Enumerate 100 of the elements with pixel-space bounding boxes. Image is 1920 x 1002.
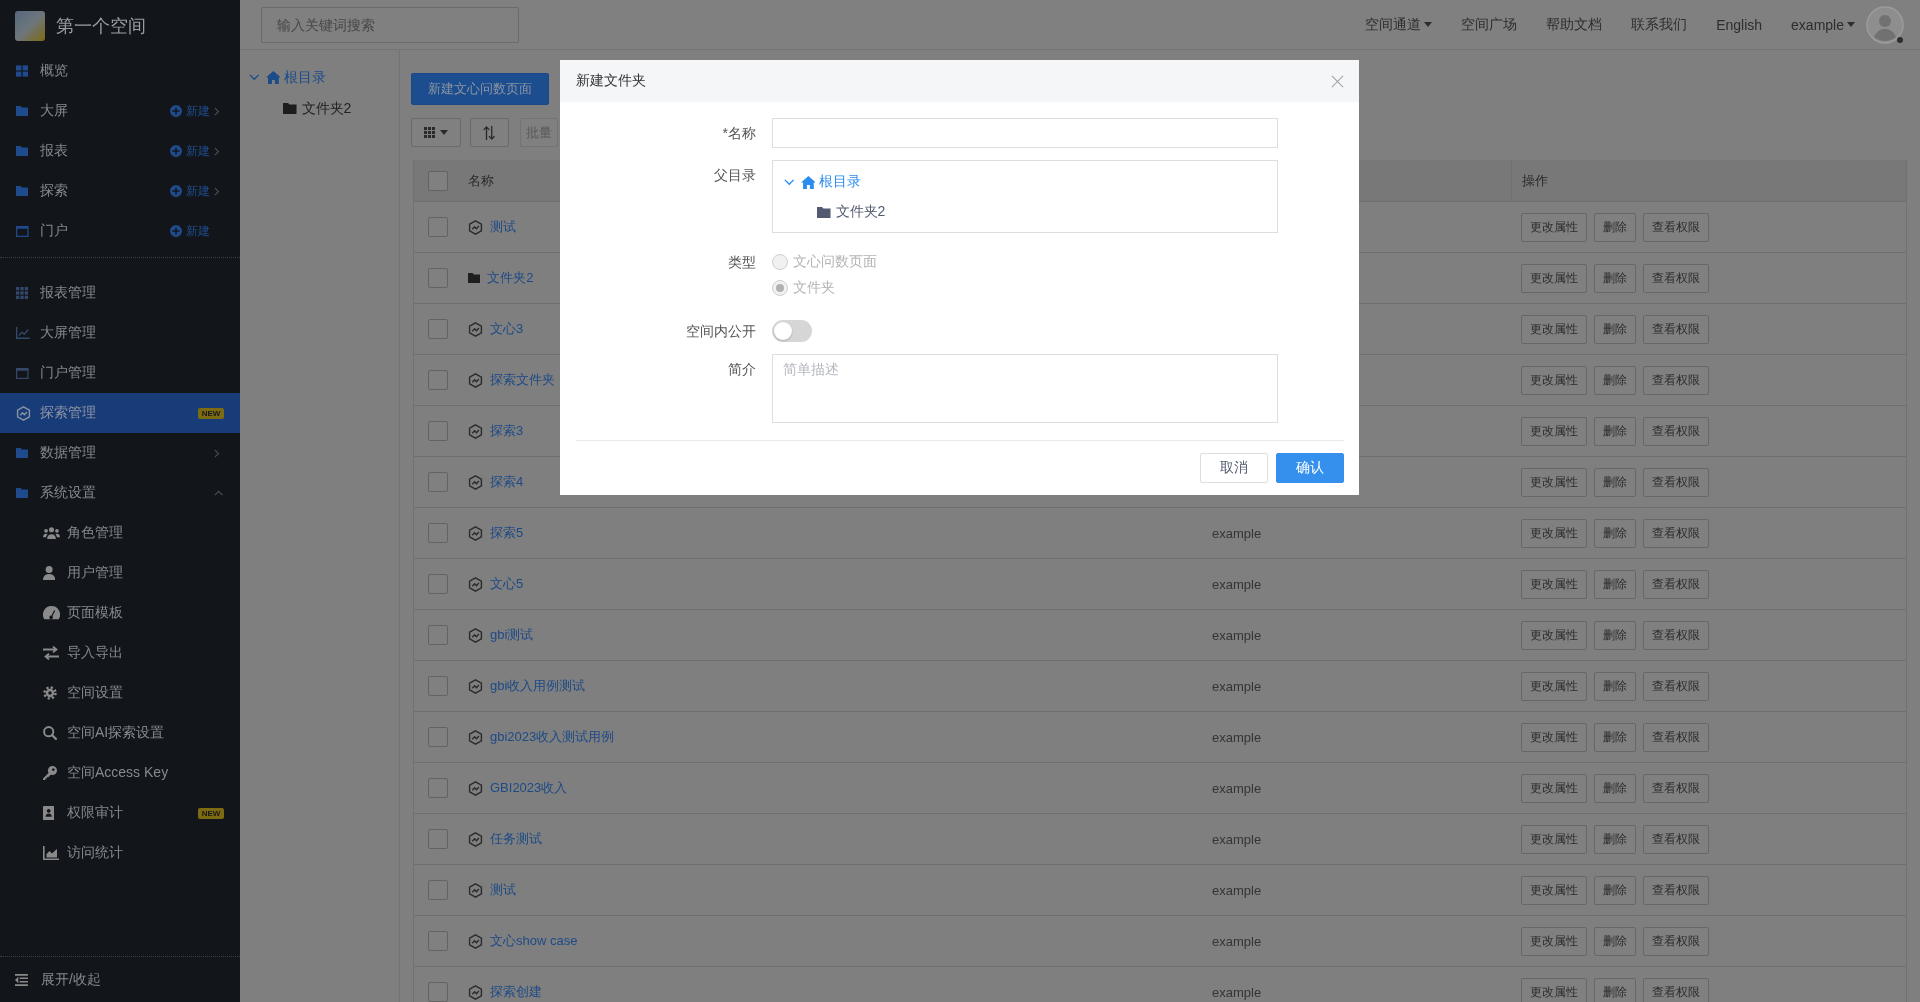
menu-item[interactable]: 探索管理 NEW [0,393,240,433]
row-checkbox[interactable] [428,982,448,1002]
row-checkbox[interactable] [428,268,448,288]
row-action-button[interactable]: 删除 [1594,671,1636,701]
row-checkbox[interactable] [428,370,448,390]
new-link[interactable]: 新建 [170,102,210,120]
row-action-button[interactable]: 更改属性 [1521,620,1587,650]
menu-item[interactable]: 探索 新建 [0,171,240,211]
menu-item[interactable]: 报表 新建 [0,131,240,171]
sort-button[interactable] [470,118,509,147]
nav-link[interactable]: 帮助文档 [1546,15,1603,34]
row-action-button[interactable]: 查看权限 [1643,212,1709,242]
row-action-button[interactable]: 更改属性 [1521,263,1587,293]
row-action-button[interactable]: 更改属性 [1521,824,1587,854]
name-link[interactable]: 任务测试 [490,830,542,848]
menu-item[interactable]: 访问统计 [0,833,240,873]
name-link[interactable]: 测试 [490,218,516,236]
menu-item[interactable]: 概览 [0,51,240,91]
cancel-button[interactable]: 取消 [1200,453,1268,483]
row-checkbox[interactable] [428,625,448,645]
row-action-button[interactable]: 删除 [1594,263,1636,293]
row-action-button[interactable]: 更改属性 [1521,569,1587,599]
view-toggle-button[interactable] [411,118,461,147]
row-checkbox[interactable] [428,676,448,696]
row-action-button[interactable]: 删除 [1594,569,1636,599]
toggle-switch[interactable] [772,320,812,342]
row-checkbox[interactable] [428,880,448,900]
name-link[interactable]: gbi测试 [490,626,534,644]
row-action-button[interactable]: 删除 [1594,365,1636,395]
row-action-button[interactable]: 查看权限 [1643,620,1709,650]
row-action-button[interactable]: 查看权限 [1643,314,1709,344]
name-link[interactable]: 文心5 [490,575,524,593]
row-action-button[interactable]: 查看权限 [1643,773,1709,803]
avatar-icon[interactable] [1866,5,1904,44]
nav-link[interactable]: English [1716,16,1763,33]
chevron-down-icon[interactable] [249,74,260,81]
row-checkbox[interactable] [428,778,448,798]
row-action-button[interactable]: 更改属性 [1521,212,1587,242]
nav-link[interactable]: 空间通道 [1365,15,1433,34]
menu-item[interactable]: 用户管理 [0,553,240,593]
nav-link[interactable]: example [1791,16,1855,33]
row-action-button[interactable]: 更改属性 [1521,773,1587,803]
confirm-button[interactable]: 确认 [1276,453,1344,483]
row-action-button[interactable]: 查看权限 [1643,518,1709,548]
row-checkbox[interactable] [428,421,448,441]
menu-item[interactable]: 空间设置 [0,673,240,713]
tree-node[interactable]: 文件夹2 [817,203,886,221]
tree-node[interactable]: 根目录 [800,173,862,191]
menu-item[interactable]: 角色管理 [0,513,240,553]
tree-node[interactable]: 文件夹2 [283,99,352,118]
new-link[interactable]: 新建 [170,182,210,200]
row-checkbox[interactable] [428,829,448,849]
row-action-button[interactable]: 更改属性 [1521,671,1587,701]
name-link[interactable]: gbi收入用例测试 [490,677,586,695]
row-action-button[interactable]: 更改属性 [1521,365,1587,395]
row-action-button[interactable]: 删除 [1594,773,1636,803]
new-link[interactable]: 新建 [170,222,210,240]
menu-item[interactable]: 权限审计 NEW [0,793,240,833]
name-link[interactable]: gbi2023收入测试用例 [490,728,615,746]
row-action-button[interactable]: 删除 [1594,824,1636,854]
name-link[interactable]: 探索3 [490,422,524,440]
name-link[interactable]: 文件夹2 [487,269,534,287]
row-action-button[interactable]: 查看权限 [1643,467,1709,497]
menu-item[interactable]: 数据管理 [0,433,240,473]
menu-item[interactable]: 报表管理 [0,273,240,313]
name-input[interactable] [772,118,1278,148]
row-action-button[interactable]: 查看权限 [1643,416,1709,446]
name-link[interactable]: 探索5 [490,524,524,542]
name-link[interactable]: 探索创建 [490,983,542,1001]
row-checkbox[interactable] [428,523,448,543]
row-action-button[interactable]: 更改属性 [1521,926,1587,956]
row-action-button[interactable]: 更改属性 [1521,467,1587,497]
new-link[interactable]: 新建 [170,142,210,160]
menu-item[interactable]: 大屏 新建 [0,91,240,131]
name-link[interactable]: 测试 [490,881,516,899]
close-icon[interactable] [1331,74,1344,88]
row-checkbox[interactable] [428,472,448,492]
row-action-button[interactable]: 查看权限 [1643,926,1709,956]
menu-item[interactable]: 大屏管理 [0,313,240,353]
row-action-button[interactable]: 删除 [1594,314,1636,344]
row-action-button[interactable]: 更改属性 [1521,314,1587,344]
name-link[interactable]: 文心3 [490,320,524,338]
select-all-checkbox[interactable] [428,170,448,191]
row-checkbox[interactable] [428,319,448,339]
new-page-button[interactable]: 新建文心问数页面 [411,73,549,105]
name-link[interactable]: 文心show case [490,932,578,950]
row-action-button[interactable]: 更改属性 [1521,875,1587,905]
name-link[interactable]: 探索文件夹 [490,371,555,389]
row-action-button[interactable]: 查看权限 [1643,671,1709,701]
row-action-button[interactable]: 更改属性 [1521,416,1587,446]
row-checkbox[interactable] [428,217,448,237]
row-action-button[interactable]: 查看权限 [1643,722,1709,752]
row-action-button[interactable]: 更改属性 [1521,518,1587,548]
row-action-button[interactable]: 删除 [1594,875,1636,905]
row-action-button[interactable]: 更改属性 [1521,977,1587,1002]
row-action-button[interactable]: 删除 [1594,977,1636,1002]
description-field[interactable]: 简单描述 [772,354,1278,423]
row-action-button[interactable]: 删除 [1594,416,1636,446]
menu-item[interactable]: 空间AI探索设置 [0,713,240,753]
menu-item[interactable]: 导入导出 [0,633,240,673]
